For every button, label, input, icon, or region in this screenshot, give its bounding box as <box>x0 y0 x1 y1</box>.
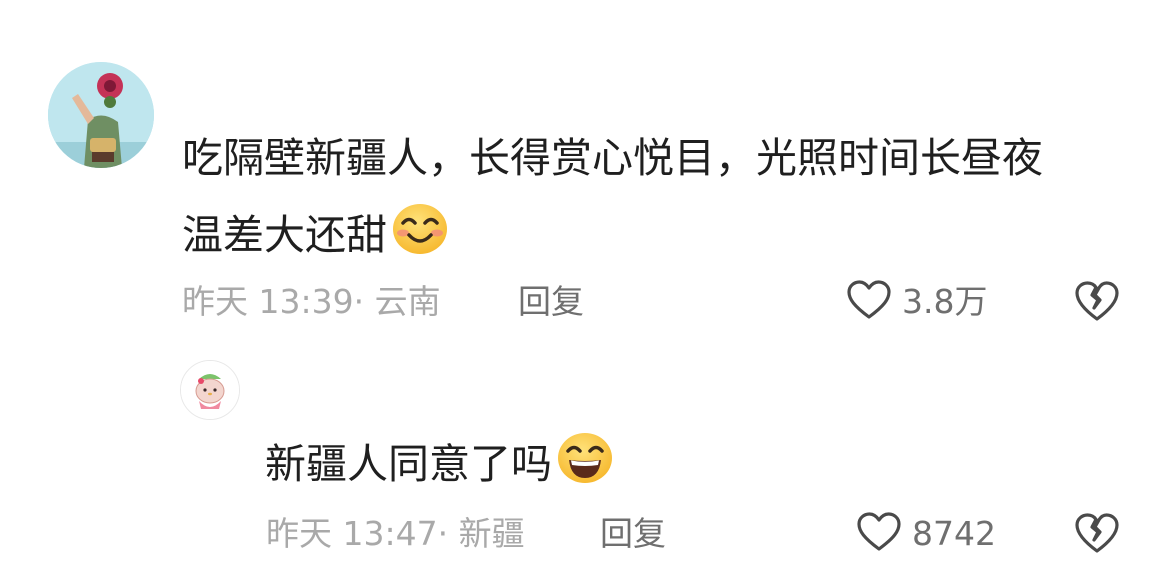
comment-text-line2: 温差大还甜 <box>182 203 449 269</box>
smiling-face-emoji-icon <box>391 203 449 269</box>
reply-text: 新疆人同意了吗 <box>265 432 614 498</box>
like-button[interactable]: 3.8万 <box>846 280 987 324</box>
user-avatar[interactable] <box>48 62 154 168</box>
comment-text-line1: 吃隔壁新疆人，长得赏心悦目，光照时间长昼夜 <box>182 134 1043 182</box>
dislike-button[interactable] <box>1074 280 1120 326</box>
reply-text-content: 新疆人同意了吗 <box>265 440 552 488</box>
comment-text-line2-text: 温差大还甜 <box>182 211 387 259</box>
reply-like-button[interactable]: 8742 <box>856 512 996 556</box>
broken-heart-icon <box>1074 513 1120 558</box>
avatar-image <box>48 62 154 168</box>
reply-location: 新疆 <box>458 514 525 553</box>
heart-icon <box>856 512 902 556</box>
reply-meta: 昨天 13:47· 新疆 <box>266 512 525 556</box>
meta-separator: · <box>353 282 375 321</box>
like-count: 3.8万 <box>902 282 988 321</box>
meta-separator: · <box>437 514 459 553</box>
heart-icon <box>846 280 892 324</box>
comment-meta: 昨天 13:39· 云南 <box>182 280 441 324</box>
comment-thread: 吃隔壁新疆人，长得赏心悦目，光照时间长昼夜 温差大还甜 昨天 13:39· 云南… <box>0 0 1170 574</box>
comment-time: 昨天 13:39 <box>182 282 354 321</box>
broken-heart-icon <box>1074 281 1120 326</box>
reply-reply-button[interactable]: 回复 <box>600 512 666 556</box>
grinning-face-emoji-icon <box>556 432 614 498</box>
reply-time: 昨天 13:47 <box>266 514 438 553</box>
reply-dislike-button[interactable] <box>1074 512 1120 558</box>
reply-like-count: 8742 <box>912 514 996 553</box>
comment-location: 云南 <box>374 282 441 321</box>
reply-button[interactable]: 回复 <box>518 280 584 324</box>
reply-user-avatar[interactable] <box>180 360 240 420</box>
reply-avatar-image <box>181 361 239 419</box>
